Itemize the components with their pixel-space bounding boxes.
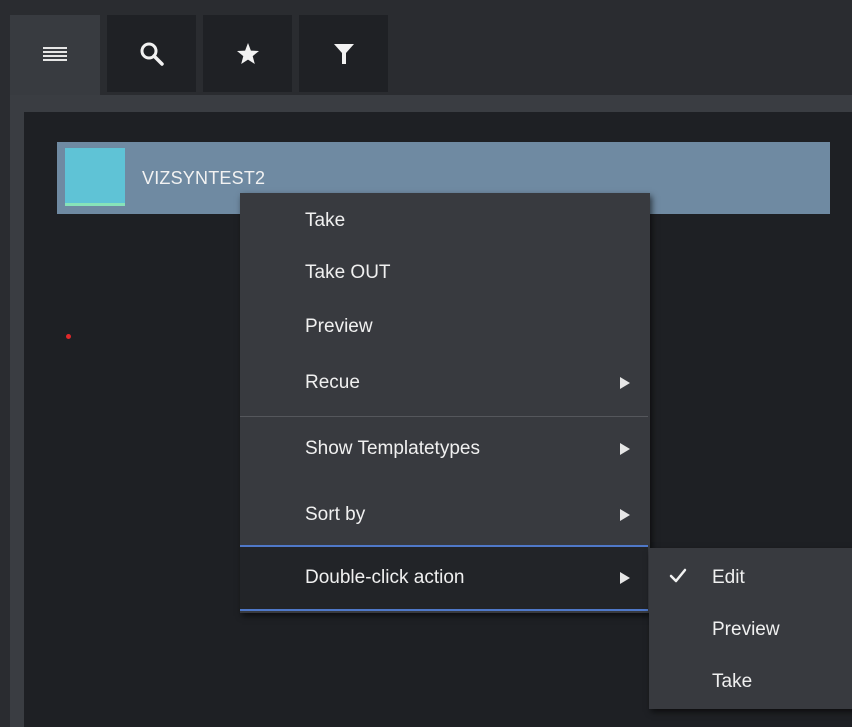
menu-item-label: Recue (305, 372, 360, 393)
submenu-arrow-icon (620, 572, 630, 584)
double-click-submenu: Edit Preview Take (649, 548, 852, 709)
item-thumbnail (65, 148, 125, 206)
menu-item-label: Show Templatetypes (305, 438, 480, 459)
menu-item-preview[interactable]: Preview (240, 299, 648, 355)
toolbar (0, 0, 852, 95)
menu-item-label: Sort by (305, 504, 366, 525)
item-label: VIZSYNTEST2 (142, 168, 266, 188)
star-icon (236, 42, 260, 66)
tab-menu[interactable] (10, 15, 100, 95)
menu-item-double-click-action[interactable]: Double-click action (240, 545, 648, 611)
submenu-arrow-icon (620, 377, 630, 389)
menu-item-recue[interactable]: Recue (240, 355, 648, 411)
status-dot (66, 334, 71, 339)
search-icon (140, 42, 164, 66)
menu-item-label: Double-click action (305, 567, 465, 588)
menu-item-label: Take (305, 210, 346, 231)
context-menu: Take Take OUT Preview Recue Show Templat… (240, 193, 650, 613)
submenu-item-take[interactable]: Take (649, 656, 852, 708)
tab-favorites[interactable] (203, 15, 292, 92)
submenu-item-label: Preview (712, 619, 780, 640)
submenu-arrow-icon (620, 443, 630, 455)
tab-search[interactable] (107, 15, 196, 92)
menu-item-label: Preview (305, 316, 373, 337)
menu-item-take-out[interactable]: Take OUT (240, 245, 648, 301)
submenu-item-edit[interactable]: Edit (649, 552, 852, 604)
menu-item-sort-by[interactable]: Sort by (240, 487, 648, 543)
menu-item-show-templatetypes[interactable]: Show Templatetypes (240, 421, 648, 477)
filter-icon (333, 43, 354, 65)
submenu-arrow-icon (620, 509, 630, 521)
submenu-item-label: Take (712, 671, 753, 692)
menu-icon (43, 47, 67, 63)
menu-separator (240, 416, 648, 417)
submenu-item-preview[interactable]: Preview (649, 604, 852, 656)
submenu-item-label: Edit (712, 567, 745, 588)
tab-filter[interactable] (299, 15, 388, 92)
checkmark-icon (669, 568, 687, 590)
menu-item-take[interactable]: Take (240, 193, 648, 249)
menu-item-label: Take OUT (305, 262, 391, 283)
